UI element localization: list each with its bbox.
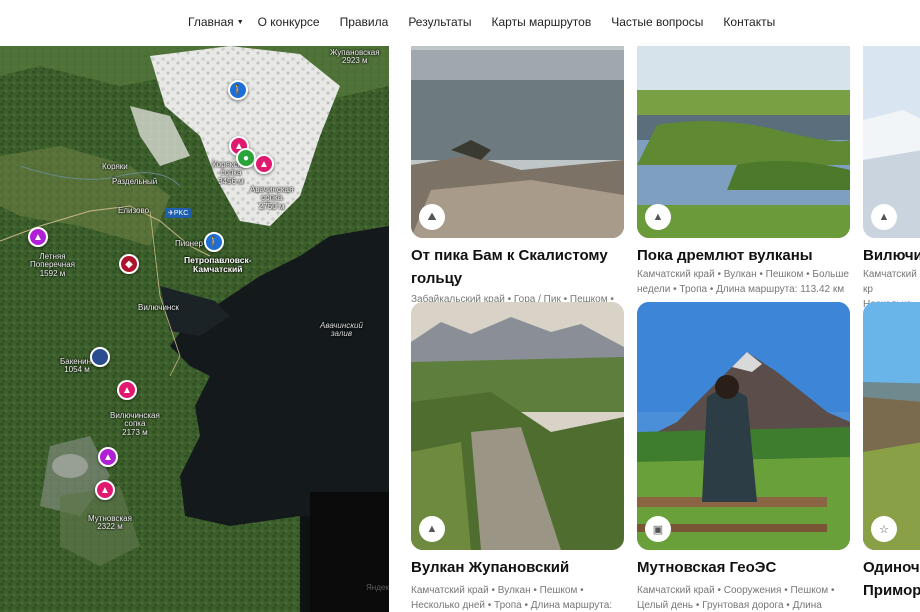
mountain-icon: ▲ [103,451,113,463]
map-label-avachinsky: Авачинская сопка 2750 м [250,185,294,211]
satellite-map[interactable]: Жупановская 2923 м Коряки Раздельный Коря… [0,46,389,612]
nav-item-home[interactable]: Главная ▼ [188,15,244,29]
nav-item-faq[interactable]: Частые вопросы [611,15,703,29]
route-card-title: Мутновская ГеоЭС [637,559,777,576]
chevron-down-icon: ▼ [236,19,244,27]
map-label-koryaki: Коряки [102,162,128,171]
volcano-icon: ▲ [100,484,110,496]
volcano-icon: ▲ [259,158,269,170]
route-card-image: ▲ [863,46,920,238]
yandex-logo: Яндекс [366,583,389,592]
volcano-icon: ▲ [419,516,445,542]
building-icon: ▣ [645,516,671,542]
airport-label: PKC [173,210,189,217]
route-card-title: Одиноч Приморь [863,559,920,599]
volcano-icon: ▲ [645,204,671,230]
map-label-pk: Петропавловск- Камчатский [184,255,252,274]
mountain-icon: ⛰ [419,204,445,230]
map-pin-hiking[interactable]: 🚶 [204,232,224,252]
map-label-bakening: Бакенинг 1054 м [60,357,94,375]
route-card-meta: Камчатский край • Вулкан • Пешком • Боль… [637,269,849,295]
volcano-icon: ▲ [871,204,897,230]
map-pin-cluster[interactable]: ● [236,148,256,168]
map-label-mutnovskaya: Мутновская 2322 м [88,514,132,532]
map-pin-mountain[interactable]: ▲ [98,447,118,467]
route-cards-grid: ⛰ От пика Бам к Скалистому гольцу Забайк… [389,46,920,612]
map-label-avacha-bay: Авачинский залив [320,321,363,339]
map-label-pioner: Пионер [175,239,203,248]
route-card-image: ▲ [637,46,850,238]
map-pin-mountain[interactable]: ▲ [28,227,48,247]
nav-item-contacts[interactable]: Контакты [723,15,775,29]
route-card-image: ☆ [863,302,920,550]
route-icon: ◆ [125,258,133,270]
map-label-razdelny: Раздельный [112,177,158,186]
airport-badge: ✈PKC [165,208,192,218]
map-label-vilyuchinsk: Вилючинск [138,303,179,312]
route-card-title: Вулкан Жупановский [411,559,570,576]
map-pin-hiking[interactable]: 🚶 [228,80,248,100]
nav-item-route-maps[interactable]: Карты маршрутов [492,15,592,29]
map-pin-route[interactable]: ◆ [119,254,139,274]
route-card-meta: Камчатский край • Сооружения • Пешком • … [637,585,835,611]
volcano-icon: ▲ [122,384,132,396]
top-navigation: Главная ▼ О конкурсе Правила Результаты К… [0,0,920,46]
star-icon: ☆ [871,516,897,542]
route-card-image: ⛰ [411,46,624,238]
hiker-icon: 🚶 [207,236,221,248]
route-card-title: Вилючи [863,247,920,264]
map-label-elizovo: Елизово [118,206,150,215]
nav-item-about[interactable]: О конкурсе [258,15,320,29]
nav-item-label: Главная [188,15,234,29]
route-card-title: Пока дремлют вулканы [637,247,813,264]
map-pin-point[interactable] [90,347,110,367]
map-pin-volcano[interactable]: ▲ [117,380,137,400]
route-card-image: ▲ [411,302,624,550]
route-card-meta: Камчатский край • Вулкан • Пешком • Неск… [411,585,613,611]
map-pin-volcano[interactable]: ▲ [95,480,115,500]
nav-item-results[interactable]: Результаты [408,15,471,29]
route-card-title: От пика Бам к Скалистому гольцу [411,247,608,287]
nav-item-rules[interactable]: Правила [340,15,389,29]
map-label-vilyuchinskaya: Вилючинская сопка 2173 м [110,411,160,437]
route-card-image: ▣ [637,302,850,550]
hiker-icon: 🚶 [231,84,245,96]
map-label-letnyaya: Летняя Поперечная 1592 м [30,252,75,278]
nav-menu: Главная ▼ О конкурсе Правила Результаты К… [188,15,775,29]
map-pin-volcano[interactable]: ▲ [254,154,274,174]
mountain-icon: ▲ [33,231,43,243]
map-label-zhupanovskaya: Жупановская 2923 м [330,48,380,66]
group-icon: ● [242,152,250,164]
